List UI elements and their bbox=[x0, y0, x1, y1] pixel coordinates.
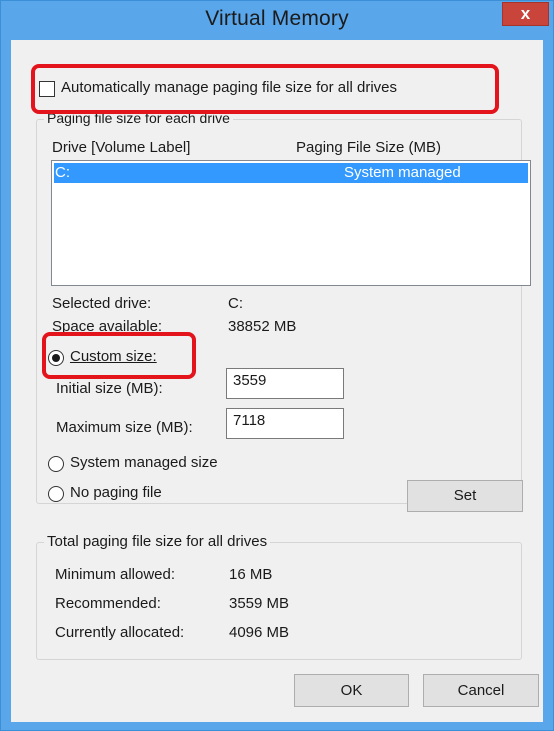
system-managed-label[interactable]: System managed size bbox=[70, 454, 218, 471]
ok-button[interactable]: OK bbox=[294, 674, 409, 707]
drive-cell: C: bbox=[55, 164, 70, 181]
minimum-allowed-label: Minimum allowed: bbox=[55, 566, 176, 583]
title-bar[interactable]: Virtual Memory x bbox=[1, 1, 553, 39]
auto-manage-highlight bbox=[31, 64, 499, 114]
custom-size-highlight bbox=[42, 332, 196, 379]
no-paging-radio[interactable] bbox=[48, 486, 64, 502]
selected-drive-label: Selected drive: bbox=[52, 295, 152, 312]
set-button[interactable]: Set bbox=[407, 480, 523, 512]
initial-size-input[interactable]: 3559 bbox=[226, 368, 344, 399]
maximum-size-input[interactable]: 7118 bbox=[226, 408, 344, 439]
currently-allocated-value: 4096 MB bbox=[229, 624, 290, 641]
cancel-button[interactable]: Cancel bbox=[423, 674, 539, 707]
drive-list[interactable]: C: System managed bbox=[51, 160, 531, 286]
selected-drive-value: C: bbox=[228, 295, 243, 312]
no-paging-label[interactable]: No paging file bbox=[70, 484, 162, 501]
space-available-value: 38852 MB bbox=[228, 318, 297, 335]
drive-row-c[interactable]: C: System managed bbox=[54, 163, 528, 183]
recommended-value: 3559 MB bbox=[229, 595, 290, 612]
initial-size-label: Initial size (MB): bbox=[56, 380, 163, 397]
maximum-size-label: Maximum size (MB): bbox=[56, 419, 193, 436]
system-managed-radio[interactable] bbox=[48, 456, 64, 472]
column-header-drive: Drive [Volume Label] bbox=[52, 139, 191, 156]
column-header-size: Paging File Size (MB) bbox=[296, 139, 442, 156]
size-cell: System managed bbox=[344, 164, 461, 181]
minimum-allowed-value: 16 MB bbox=[229, 566, 273, 583]
virtual-memory-dialog: Virtual Memory x Automatically manage pa… bbox=[0, 0, 554, 731]
recommended-label: Recommended: bbox=[55, 595, 161, 612]
total-group-legend: Total paging file size for all drives bbox=[44, 533, 271, 550]
window-title: Virtual Memory bbox=[205, 7, 349, 30]
currently-allocated-label: Currently allocated: bbox=[55, 624, 185, 641]
dialog-body: Automatically manage paging file size fo… bbox=[11, 40, 543, 722]
close-button[interactable]: x bbox=[502, 2, 549, 26]
